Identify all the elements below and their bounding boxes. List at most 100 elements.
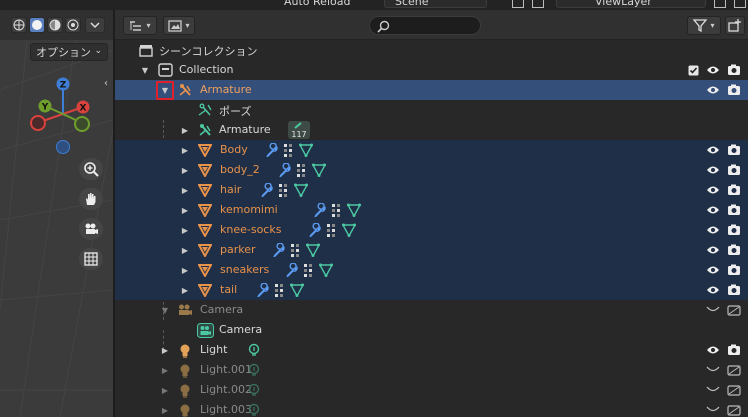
outliner-row-armature-data[interactable]: ▶ Armature 117 [115,120,748,140]
mesh-data-icon[interactable] [294,183,308,197]
bone-count-badge[interactable]: 117 [288,121,310,139]
vertex-groups-icon[interactable] [331,203,343,217]
mesh-data-icon[interactable] [342,223,356,237]
rendered-shading-icon[interactable] [65,17,81,33]
display-mode-dropdown[interactable]: ▾ [123,16,157,35]
delete-scene-icon[interactable] [532,0,544,8]
light-data-icon[interactable] [246,382,262,398]
light-data-icon[interactable] [246,402,262,417]
material-shading-icon[interactable] [47,17,63,33]
eye-icon[interactable] [705,222,721,238]
camera-render-icon[interactable] [726,182,742,198]
camera-render-icon[interactable] [726,222,742,238]
outliner-row-mesh[interactable]: ▶ kemomimi [115,200,748,220]
light-data-icon[interactable] [246,342,262,358]
outliner-row-light[interactable]: ▶ Light [115,340,748,360]
expand-arrow-icon[interactable]: ▶ [180,205,190,215]
eye-icon[interactable] [705,62,721,78]
eye-closed-icon[interactable] [705,402,721,417]
eye-closed-icon[interactable] [705,362,721,378]
vertex-groups-icon[interactable] [283,143,295,157]
outliner-row-camera[interactable]: ▼ Camera [115,300,748,320]
eye-icon[interactable] [705,262,721,278]
new-view-layer-icon[interactable] [714,0,726,8]
navigation-gizmo[interactable]: Z Y X [25,72,100,157]
wrench-modifier-icon[interactable] [308,223,322,237]
outliner-row-mesh[interactable]: ▶ tail [115,280,748,300]
vertex-groups-icon[interactable] [278,183,290,197]
camera-render-icon[interactable] [726,342,742,358]
wrench-modifier-icon[interactable] [278,163,292,177]
outliner-row-mesh[interactable]: ▶ body_2 [115,160,748,180]
camera-render-icon[interactable] [726,142,742,158]
wireframe-shading-icon[interactable] [11,17,27,33]
eye-icon[interactable] [705,282,721,298]
mesh-data-icon[interactable] [319,263,333,277]
vertex-groups-icon[interactable] [274,283,286,297]
vertex-groups-icon[interactable] [303,263,315,277]
view-layer-field[interactable]: ViewLayer [556,0,706,8]
expand-arrow-icon[interactable]: ▶ [180,185,190,195]
outliner-row-mesh[interactable]: ▶ parker [115,240,748,260]
options-dropdown[interactable]: オプション ⌄ [30,43,108,61]
mesh-data-icon[interactable] [290,283,304,297]
wrench-modifier-icon[interactable] [272,243,286,257]
outliner-search-input[interactable] [369,16,481,35]
wrench-modifier-icon[interactable] [313,203,327,217]
exclude-checkbox-icon[interactable] [685,62,701,78]
eye-icon[interactable] [705,82,721,98]
expand-arrow-icon[interactable]: ▶ [180,265,190,275]
delete-view-layer-icon[interactable] [734,0,746,8]
expand-arrow-icon[interactable]: ▶ [180,225,190,235]
outliner-row-light[interactable]: ▶ Light.002 [115,380,748,400]
eye-icon[interactable] [705,242,721,258]
3d-viewport[interactable]: オプション ⌄ Z Y X ‹ [0,10,113,417]
eye-icon[interactable] [705,202,721,218]
sidebar-expand-chevron-icon[interactable]: ‹ [104,78,113,98]
outliner-row-armature[interactable]: ▼ Armature [115,80,748,100]
filter-dropdown[interactable]: ▾ [687,16,721,35]
mesh-data-icon[interactable] [299,143,313,157]
mesh-data-icon[interactable] [312,163,326,177]
camera-render-icon[interactable] [726,242,742,258]
collapse-arrow-icon[interactable]: ▼ [140,65,150,75]
outliner-row-light[interactable]: ▶ Light.003 [115,400,748,417]
eye-icon[interactable] [705,182,721,198]
collapse-arrow-icon[interactable]: ▼ [160,305,170,315]
outliner-row-light[interactable]: ▶ Light.001 [115,360,748,380]
expand-arrow-icon[interactable]: ▶ [180,245,190,255]
wrench-modifier-icon[interactable] [285,263,299,277]
expand-arrow-icon[interactable]: ▶ [180,165,190,175]
wrench-modifier-icon[interactable] [260,183,274,197]
expand-arrow-icon[interactable]: ▶ [160,405,170,415]
outliner-row-mesh[interactable]: ▶ sneakers [115,260,748,280]
wrench-modifier-icon[interactable] [256,283,270,297]
expand-arrow-icon[interactable]: ▶ [160,345,170,355]
eye-icon[interactable] [705,342,721,358]
camera-render-disabled-icon[interactable] [726,302,742,318]
vertex-groups-icon[interactable] [290,243,302,257]
eye-icon[interactable] [705,142,721,158]
expand-arrow-icon[interactable]: ▶ [180,285,190,295]
outliner-row-collection[interactable]: ▼ Collection [115,60,748,80]
filter-mode-dropdown[interactable]: ▾ [163,16,195,35]
scene-collection-row[interactable]: シーンコレクション [115,40,748,60]
auto-reload-label[interactable]: Auto Reload [284,0,350,8]
expand-arrow-icon[interactable]: ▶ [160,365,170,375]
camera-view-icon[interactable] [79,218,103,240]
solid-shading-icon[interactable] [29,17,45,33]
outliner-row-pose[interactable]: ポーズ [115,100,748,120]
camera-render-icon[interactable] [726,62,742,78]
camera-render-icon[interactable] [726,262,742,278]
scene-field[interactable]: Scene [384,0,487,8]
vertex-groups-icon[interactable] [326,223,338,237]
expand-arrow-icon[interactable]: ▶ [160,385,170,395]
camera-render-icon[interactable] [726,162,742,178]
perspective-grid-icon[interactable] [79,248,103,270]
outliner-panel[interactable]: ▾ ▾ ▾ シーンコレクション ▼ Collection ▼ Armature … [115,10,748,417]
eye-icon[interactable] [705,162,721,178]
shading-dropdown-chevron-icon[interactable] [85,17,105,33]
new-scene-icon[interactable] [512,0,524,8]
collapse-arrow-icon[interactable]: ▼ [160,85,170,95]
eye-closed-icon[interactable] [705,382,721,398]
